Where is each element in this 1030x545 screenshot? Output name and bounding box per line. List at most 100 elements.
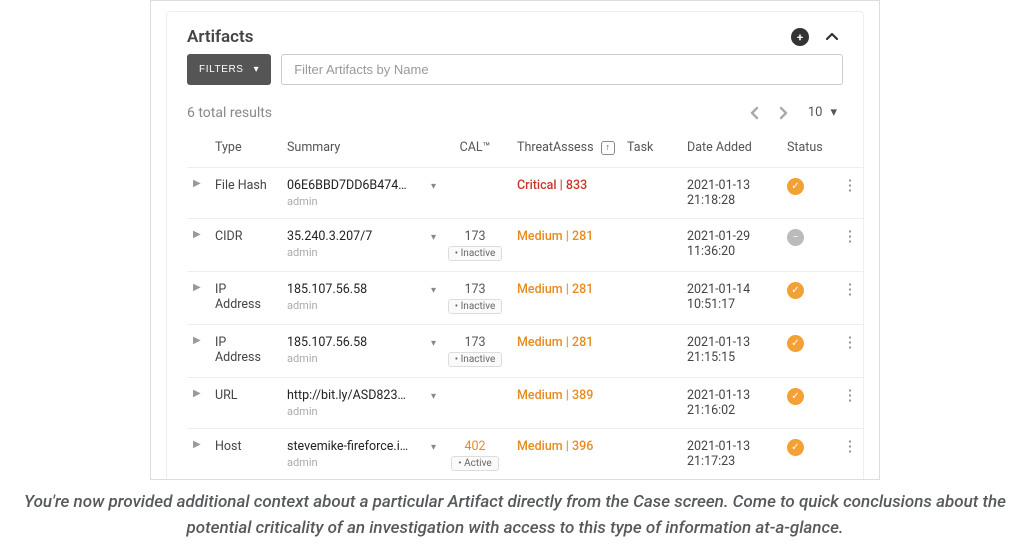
summary-menu-button[interactable]: ▾ (427, 391, 436, 402)
page-size-select[interactable]: 10 ▾ (802, 103, 843, 122)
cell-threat: Medium | 281 (511, 219, 621, 272)
cell-date: 2021-01-1321:16:02 (681, 378, 781, 429)
summary-text: http://bit.ly/ASD823… (287, 388, 415, 403)
status-icon: ✓ (787, 282, 804, 299)
cal-state-badge: Inactive (448, 299, 503, 314)
pager: 10 ▾ (746, 103, 843, 122)
cell-status: ✓ (781, 272, 836, 325)
expand-row-button[interactable]: ▶ (187, 378, 209, 429)
summary-text: 185.107.56.58 (287, 282, 415, 297)
panel-header: Artifacts + (187, 26, 843, 48)
cell-cal (439, 168, 511, 219)
status-icon: ✓ (787, 178, 804, 195)
cell-task (621, 378, 681, 429)
row-actions-button[interactable]: ⋮ (836, 168, 864, 219)
results-count: 6 total results (187, 105, 746, 121)
status-icon: ✓ (787, 439, 804, 456)
summary-menu-button[interactable]: ▾ (427, 338, 436, 349)
expand-row-button[interactable]: ▶ (187, 429, 209, 481)
cell-threat: Critical | 833 (511, 168, 621, 219)
col-cal[interactable]: CAL™ (439, 132, 511, 168)
expand-row-button[interactable]: ▶ (187, 272, 209, 325)
cell-status: ✓ (781, 429, 836, 481)
col-status[interactable]: Status (781, 132, 836, 168)
filters-button-label: FILTERS (199, 64, 244, 75)
cell-date: 2021-01-1321:15:15 (681, 325, 781, 378)
col-threat[interactable]: ThreatAssess ↑ (511, 132, 621, 168)
summary-sub: admin (287, 456, 415, 469)
table-row: ▶URL http://bit.ly/ASD823… admin ▾ Medium | … (187, 378, 864, 429)
summary-sub: admin (287, 405, 415, 418)
row-actions-button[interactable]: ⋮ (836, 325, 864, 378)
threat-label: Medium | 281 (517, 335, 593, 350)
cell-status: ✓ (781, 168, 836, 219)
cell-task (621, 272, 681, 325)
artifacts-table: Type Summary CAL™ ThreatAssess ↑ Task Da… (187, 132, 864, 480)
table-row: ▶File Hash06E6BBD7DD6B474…admin▾Critical… (187, 168, 864, 219)
col-date[interactable]: Date Added (681, 132, 781, 168)
col-task[interactable]: Task (621, 132, 681, 168)
table-row: ▶Host stevemike-fireforce.i… admin ▾402 Act… (187, 429, 864, 481)
summary-menu-button[interactable]: ▾ (427, 285, 436, 296)
cell-date: 2021-01-1410:51:17 (681, 272, 781, 325)
expand-row-button[interactable]: ▶ (187, 219, 209, 272)
row-actions-button[interactable]: ⋮ (836, 429, 864, 481)
threat-label: Critical | 833 (517, 178, 587, 193)
row-actions-button[interactable]: ⋮ (836, 219, 864, 272)
filter-bar: FILTERS ▾ (187, 54, 843, 85)
cell-cal (439, 378, 511, 429)
chevron-left-icon (749, 106, 761, 120)
summary-text: 06E6BBD7DD6B474… (287, 178, 415, 193)
cell-status: ✓ (781, 325, 836, 378)
cell-date: 2021-01-1321:18:28 (681, 168, 781, 219)
row-actions-button[interactable]: ⋮ (836, 378, 864, 429)
cell-type: URL (209, 378, 281, 429)
summary-menu-button[interactable]: ▾ (427, 232, 436, 243)
table-header-row: Type Summary CAL™ ThreatAssess ↑ Task Da… (187, 132, 864, 168)
cell-type: Host (209, 429, 281, 481)
filter-input[interactable] (281, 54, 843, 85)
expand-row-button[interactable]: ▶ (187, 168, 209, 219)
col-summary[interactable]: Summary (281, 132, 421, 168)
next-page-button[interactable] (774, 106, 792, 120)
filters-button[interactable]: FILTERS ▾ (187, 54, 271, 85)
summary-menu-button[interactable]: ▾ (427, 442, 436, 453)
cell-threat: Medium | 396 (511, 429, 621, 481)
cell-type: IP Address (209, 325, 281, 378)
col-type[interactable]: Type (209, 132, 281, 168)
summary-text: 185.107.56.58 (287, 335, 415, 350)
threat-label: Medium | 389 (517, 388, 593, 403)
summary-sub: admin (287, 299, 415, 312)
status-icon: − (787, 229, 804, 246)
cell-type: CIDR (209, 219, 281, 272)
threat-label: Medium | 281 (517, 229, 593, 244)
cell-cal: 173 Inactive (439, 219, 511, 272)
row-actions-button[interactable]: ⋮ (836, 272, 864, 325)
expand-row-button[interactable]: ▶ (187, 325, 209, 378)
status-icon: ✓ (787, 388, 804, 405)
cell-status: ✓ (781, 378, 836, 429)
chevron-right-icon (777, 106, 789, 120)
figure-caption: You're now provided additional context a… (18, 490, 1012, 541)
table-row: ▶CIDR35.240.3.207/7admin▾173 InactiveMed… (187, 219, 864, 272)
cal-state-badge: Active (451, 456, 498, 471)
caret-down-icon: ▾ (830, 105, 837, 120)
summary-text: stevemike-fireforce.i… (287, 439, 415, 454)
cell-summary: 06E6BBD7DD6B474…admin (281, 168, 421, 219)
collapse-button[interactable] (821, 26, 843, 48)
prev-page-button[interactable] (746, 106, 764, 120)
cell-threat: Medium | 281 (511, 272, 621, 325)
table-row: ▶IP Address185.107.56.58admin▾173 Inacti… (187, 272, 864, 325)
summary-menu-button[interactable]: ▾ (427, 181, 436, 192)
cal-score: 173 (445, 229, 505, 244)
add-button[interactable]: + (789, 26, 811, 48)
summary-sub: admin (287, 352, 415, 365)
cell-cal: 402 Active (439, 429, 511, 481)
threat-label: Medium | 396 (517, 439, 593, 454)
cell-threat: Medium | 389 (511, 378, 621, 429)
sort-asc-icon: ↑ (601, 141, 615, 155)
artifacts-panel: Artifacts + FILTERS ▾ 6 total results (166, 11, 864, 480)
cell-status: − (781, 219, 836, 272)
cell-task (621, 429, 681, 481)
cell-date: 2021-01-2911:36:20 (681, 219, 781, 272)
